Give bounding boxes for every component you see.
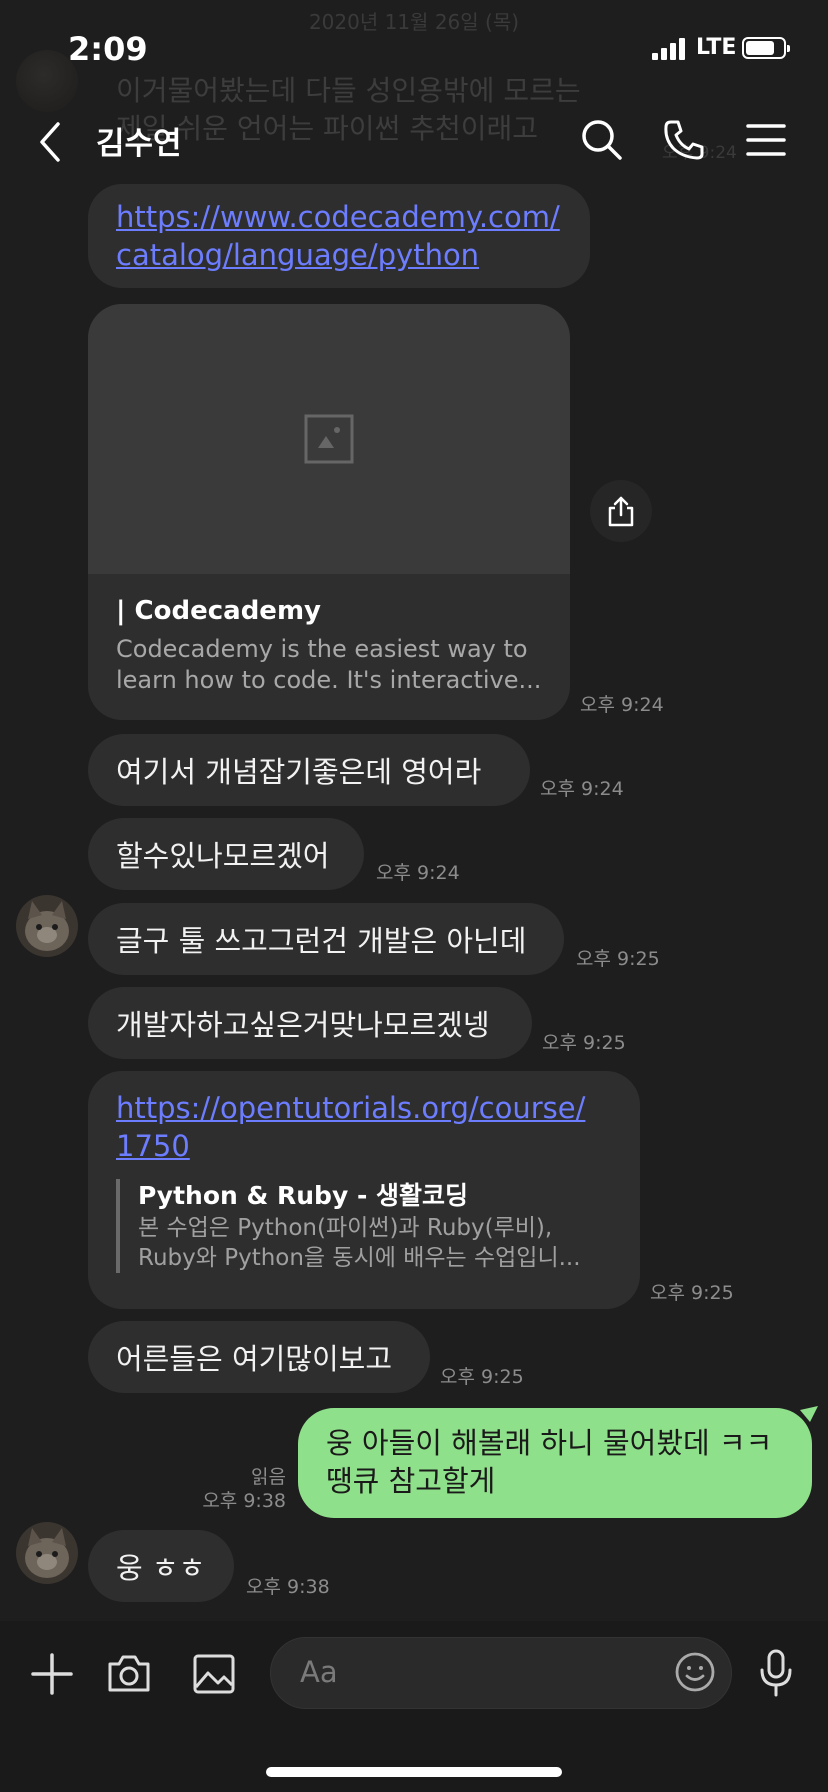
message-time: 오후 9:25 [576, 948, 660, 970]
message-time: 오후 9:25 [650, 1282, 734, 1304]
my-message-bubble: 웅 아들이 해볼래 하니 물어봤데 ㅋㅋ 땡큐 참고할게 [298, 1408, 812, 1518]
preview-description: learn how to code. It's interactive... [116, 666, 542, 694]
share-button[interactable] [590, 480, 652, 542]
link-message[interactable]: https://www.codecademy.com/ catalog/lang… [88, 184, 590, 288]
preview-description: Codecademy is the easiest way to [116, 635, 528, 663]
avatar[interactable] [16, 895, 78, 957]
preview-title: Python & Ruby - 생활코딩 [138, 1181, 469, 1210]
preview-image [88, 304, 570, 574]
message-bubble: 어른들은 여기많이보고 [88, 1321, 430, 1393]
link-preview[interactable]: Python & Ruby - 생활코딩 본 수업은 Python(파이썬)과 … [116, 1179, 612, 1273]
search-icon[interactable] [580, 118, 624, 162]
share-icon [608, 496, 634, 527]
link-text[interactable]: 1750 [116, 1127, 612, 1165]
message-bubble: 글구 툴 쓰고그런건 개발은 아닌데 [88, 903, 564, 975]
emoji-icon[interactable] [674, 1651, 716, 1693]
menu-icon[interactable] [744, 118, 788, 162]
message-time: 오후 9:38 [202, 1490, 286, 1512]
phone-icon[interactable] [662, 118, 706, 162]
message-bubble: 여기서 개념잡기좋은데 영어라 [88, 734, 530, 806]
message-input[interactable] [270, 1637, 732, 1709]
cat-avatar-image [16, 895, 78, 957]
message-bubble: 개발자하고싶은거맞나모르겠넹 [88, 987, 532, 1059]
back-icon[interactable] [36, 120, 64, 164]
preview-description: 본 수업은 Python(파이썬)과 Ruby(루비), [138, 1215, 553, 1241]
link-text[interactable]: https://www.codecademy.com/ [116, 198, 562, 236]
camera-icon[interactable] [106, 1652, 152, 1694]
link-message[interactable]: https://opentutorials.org/course/ 1750 P… [88, 1071, 640, 1309]
message-time: 오후 9:24 [376, 862, 460, 884]
plus-icon[interactable] [30, 1652, 74, 1696]
message-time: 오후 9:24 [580, 694, 664, 716]
link-text[interactable]: https://opentutorials.org/course/ [116, 1089, 612, 1127]
message-bubble: 웅 ㅎㅎ [88, 1530, 234, 1602]
read-receipt: 읽음 [251, 1466, 286, 1488]
preview-title: | Codecademy [116, 596, 321, 626]
microphone-icon[interactable] [758, 1648, 794, 1698]
image-placeholder-icon [304, 414, 354, 464]
message-time: 오후 9:25 [542, 1032, 626, 1054]
signal-icon [652, 38, 686, 60]
previous-message: 이거물어봤는데 다들 성인용밖에 모르는 제일 쉬운 언어는 파이썬 추천이래고 [116, 74, 581, 145]
battery-icon [742, 37, 790, 59]
link-preview-card[interactable]: | Codecademy Codecademy is the easiest w… [88, 304, 570, 720]
avatar[interactable] [16, 1522, 78, 1584]
image-icon[interactable] [192, 1653, 236, 1695]
message-time: 오후 9:24 [540, 778, 624, 800]
chat-title: 김수연 [96, 126, 182, 162]
message-time: 오후 9:38 [246, 1576, 330, 1598]
preview-description: Ruby와 Python을 동시에 배우는 수업입니... [138, 1245, 581, 1271]
home-indicator [266, 1767, 562, 1777]
network-label: LTE [696, 35, 737, 60]
message-time: 오후 9:25 [440, 1366, 524, 1388]
message-bubble: 할수있나모르겠어 [88, 818, 364, 890]
status-time: 2:09 [68, 30, 148, 68]
cat-avatar-image [16, 1522, 78, 1584]
link-text[interactable]: catalog/language/python [116, 236, 562, 274]
message-input-placeholder: Aa [300, 1655, 338, 1689]
bubble-tail [800, 1406, 818, 1422]
